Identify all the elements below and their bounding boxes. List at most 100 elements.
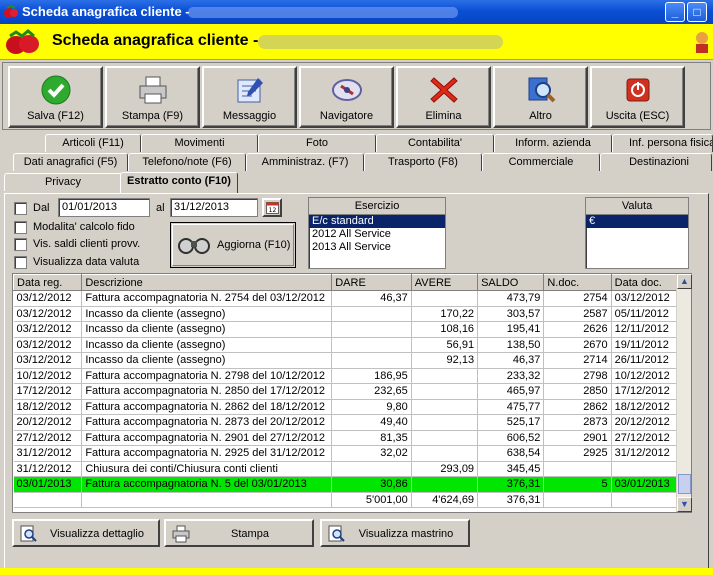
estratto-conto-table[interactable]: Data reg. Descrizione DARE AVERE SALDO N… (12, 273, 692, 513)
table-cell (543, 492, 612, 508)
table-row[interactable]: 03/12/2012 Incasso da cliente (assegno) 92… (13, 352, 678, 369)
printer-icon (172, 525, 190, 543)
table-cell: 46,37 (477, 352, 545, 369)
esercizio-item[interactable]: 2012 All Service (309, 228, 445, 241)
tab-amministraz[interactable]: Amministraz. (F7) (246, 153, 364, 171)
print-button[interactable]: Stampa (F9) (105, 66, 200, 128)
column-header[interactable]: Data reg. (13, 274, 83, 291)
scroll-thumb[interactable] (678, 474, 691, 494)
table-cell: 2626 (543, 321, 612, 338)
dal-checkbox[interactable] (14, 202, 27, 215)
table-row[interactable]: 18/12/2012 Fattura accompagnatoria N. 286… (13, 399, 678, 415)
table-cell: 638,54 (477, 445, 545, 462)
message-icon (237, 78, 263, 103)
tab-privacy[interactable]: Privacy (4, 173, 122, 191)
tab-dati-anagrafici[interactable]: Dati anagrafici (F5) (13, 153, 128, 171)
column-header[interactable]: Descrizione (81, 274, 333, 291)
table-row[interactable]: 27/12/2012 Fattura accompagnatoria N. 290… (13, 430, 678, 446)
column-header[interactable]: AVERE (410, 274, 479, 291)
table-row[interactable]: 31/12/2012 Chiusura dei conti/Chiusura co… (13, 461, 678, 477)
table-cell (331, 306, 412, 322)
message-button[interactable]: Messaggio (202, 66, 297, 128)
al-date-field[interactable]: 31/12/2013 (170, 198, 258, 217)
modalita-calcolo-checkbox[interactable] (14, 221, 27, 234)
table-cell: 170,22 (411, 306, 479, 322)
table-cell: 27/12/2012 (13, 430, 83, 446)
esercizio-item[interactable]: 2013 All Service (309, 241, 445, 254)
table-cell: 20/12/2012 (13, 414, 83, 431)
table-cell: 473,79 (477, 290, 545, 307)
valuta-item[interactable]: € (586, 215, 688, 228)
table-row[interactable]: 5'001,00 4'624,69 376,31 (13, 492, 678, 508)
table-cell: 2798 (543, 368, 612, 384)
tab-trasporto[interactable]: Trasporto (F8) (364, 153, 482, 171)
table-cell: 49,40 (331, 414, 412, 431)
table-row[interactable]: 03/01/2013 Fattura accompagnatoria N. 5 d… (13, 476, 678, 493)
table-row[interactable]: 03/12/2012 Incasso da cliente (assegno) 10… (13, 321, 678, 338)
stampa-button[interactable]: Stampa (164, 519, 314, 547)
calendar-button[interactable]: 12 (262, 198, 282, 217)
table-row[interactable]: 10/12/2012 Fattura accompagnatoria N. 279… (13, 368, 678, 384)
tab-inform-azienda[interactable]: Inform. azienda (494, 134, 612, 152)
tab-telefono-note[interactable]: Telefono/note (F6) (128, 153, 246, 171)
aggiorna-button[interactable]: Aggiorna (F10) (170, 222, 296, 268)
table-cell: 03/12/2012 (13, 306, 83, 322)
aggiorna-label: Aggiorna (F10) (217, 239, 291, 251)
table-cell: 303,57 (477, 306, 545, 322)
column-header[interactable]: SALDO (477, 274, 545, 291)
column-header[interactable]: N.doc. (543, 274, 612, 291)
save-button[interactable]: Salva (F12) (8, 66, 103, 128)
tab-movimenti[interactable]: Movimenti (141, 134, 258, 152)
table-scrollbar[interactable]: ▲ ▼ (676, 274, 692, 512)
dal-date-field[interactable]: 01/01/2013 (58, 198, 150, 217)
tab-commerciale[interactable]: Commerciale (482, 153, 600, 171)
table-row[interactable]: 17/12/2012 Fattura accompagnatoria N. 285… (13, 383, 678, 400)
tab-contabilita[interactable]: Contabilita' (376, 134, 494, 152)
scroll-up-button[interactable]: ▲ (677, 274, 692, 289)
table-cell: 2754 (543, 290, 612, 307)
other-label: Altro (529, 110, 552, 122)
vis-saldi-checkbox[interactable] (14, 238, 27, 251)
exit-button[interactable]: Uscita (ESC) (590, 66, 685, 128)
scroll-down-button[interactable]: ▼ (677, 497, 692, 512)
table-row[interactable]: 03/12/2012 Incasso da cliente (assegno) 17… (13, 306, 678, 322)
column-header[interactable]: DARE (331, 274, 412, 291)
table-row[interactable]: 03/12/2012 Fattura accompagnatoria N. 275… (13, 290, 678, 307)
table-cell: 92,13 (411, 352, 479, 369)
esercizio-list[interactable]: Esercizio E/c standard 2012 All Service … (308, 197, 446, 269)
vis-data-valuta-checkbox[interactable] (14, 256, 27, 269)
table-cell: Incasso da cliente (assegno) (81, 352, 333, 369)
table-cell: Fattura accompagnatoria N. 2925 del 31/1… (81, 445, 333, 462)
valuta-header: Valuta (586, 198, 688, 215)
tab-destinazioni[interactable]: Destinazioni (600, 153, 712, 171)
table-cell: 17/12/2012 (611, 383, 678, 400)
binoculars-icon (178, 238, 210, 254)
navigator-button[interactable]: Navigatore (299, 66, 394, 128)
tab-estratto-conto[interactable]: Estratto conto (F10) (120, 172, 238, 193)
table-row[interactable]: 20/12/2012 Fattura accompagnatoria N. 287… (13, 414, 678, 431)
table-row[interactable]: 03/12/2012 Incasso da cliente (assegno) 56… (13, 337, 678, 353)
other-button[interactable]: Altro (493, 66, 588, 128)
maximize-button[interactable]: □ (687, 2, 707, 22)
visualizza-mastrino-button[interactable]: Visualizza mastrino (320, 519, 470, 547)
tab-articoli[interactable]: Articoli (F11) (45, 134, 141, 152)
table-row[interactable]: 31/12/2012 Fattura accompagnatoria N. 292… (13, 445, 678, 462)
table-cell (331, 461, 412, 477)
magnifier-icon (528, 77, 555, 103)
tab-foto[interactable]: Foto (258, 134, 376, 152)
delete-button[interactable]: Elimina (396, 66, 491, 128)
navigator-icon (331, 79, 362, 101)
page-title: Scheda anagrafica cliente - (52, 32, 259, 49)
delete-label: Elimina (425, 110, 462, 122)
visualizza-dettaglio-label: Visualizza dettaglio (50, 528, 144, 540)
visualizza-dettaglio-button[interactable]: Visualizza dettaglio (12, 519, 160, 547)
dal-label: Dal (33, 202, 50, 214)
table-cell: 03/12/2012 (13, 337, 83, 353)
minimize-button[interactable]: _ (665, 2, 685, 22)
valuta-list[interactable]: Valuta € (585, 197, 689, 269)
table-cell: 81,35 (331, 430, 412, 446)
column-header[interactable]: Data doc. (610, 274, 678, 291)
table-cell: 108,16 (411, 321, 479, 338)
tab-inf-persona-fisica[interactable]: Inf. persona fisica (612, 134, 713, 152)
esercizio-item[interactable]: E/c standard (309, 215, 445, 228)
